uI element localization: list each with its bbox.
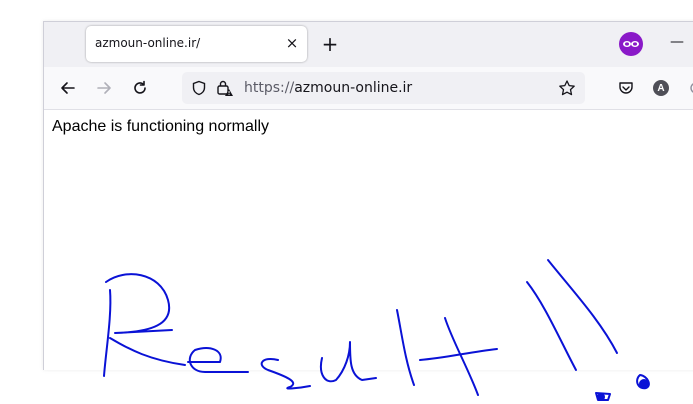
url-bar[interactable]: https://azmoun-online.ir [182, 72, 585, 104]
arrow-left-icon [61, 82, 75, 94]
url-host: azmoun-online.ir [294, 80, 413, 96]
url-text[interactable]: https://azmoun-online.ir [244, 80, 412, 96]
page-content: Apache is functioning normally [44, 110, 693, 370]
pocket-button[interactable] [614, 76, 638, 100]
url-protocol: https:// [244, 80, 295, 96]
minimize-button[interactable]: — [670, 32, 690, 52]
private-browsing-icon [619, 32, 643, 56]
page-message: Apache is functioning normally [52, 118, 270, 135]
extension-icon [690, 83, 693, 93]
new-tab-icon[interactable]: + [320, 34, 340, 54]
pocket-icon [619, 82, 633, 94]
arrow-right-icon [97, 82, 111, 94]
reload-icon [134, 80, 146, 94]
account-button[interactable]: A [649, 76, 673, 100]
extensions-button[interactable] [684, 76, 693, 100]
account-avatar-icon: A [653, 80, 669, 96]
bookmark-star-icon[interactable] [558, 79, 576, 97]
shield-icon[interactable] [191, 80, 207, 96]
tab-title: azmoun-online.ir/ [95, 36, 201, 50]
browser-window: azmoun-online.ir/ × + — https://azmoun-o… [43, 21, 693, 370]
close-tab-icon[interactable]: × [282, 33, 302, 53]
tab-active[interactable]: azmoun-online.ir/ × [86, 26, 307, 62]
insecure-lock-icon[interactable] [216, 79, 234, 97]
navigation-toolbar: https://azmoun-online.ir A [44, 67, 693, 110]
tab-strip: azmoun-online.ir/ × + — [44, 22, 693, 67]
forward-button[interactable] [92, 76, 116, 100]
reload-button[interactable] [128, 76, 152, 100]
back-button[interactable] [56, 76, 80, 100]
